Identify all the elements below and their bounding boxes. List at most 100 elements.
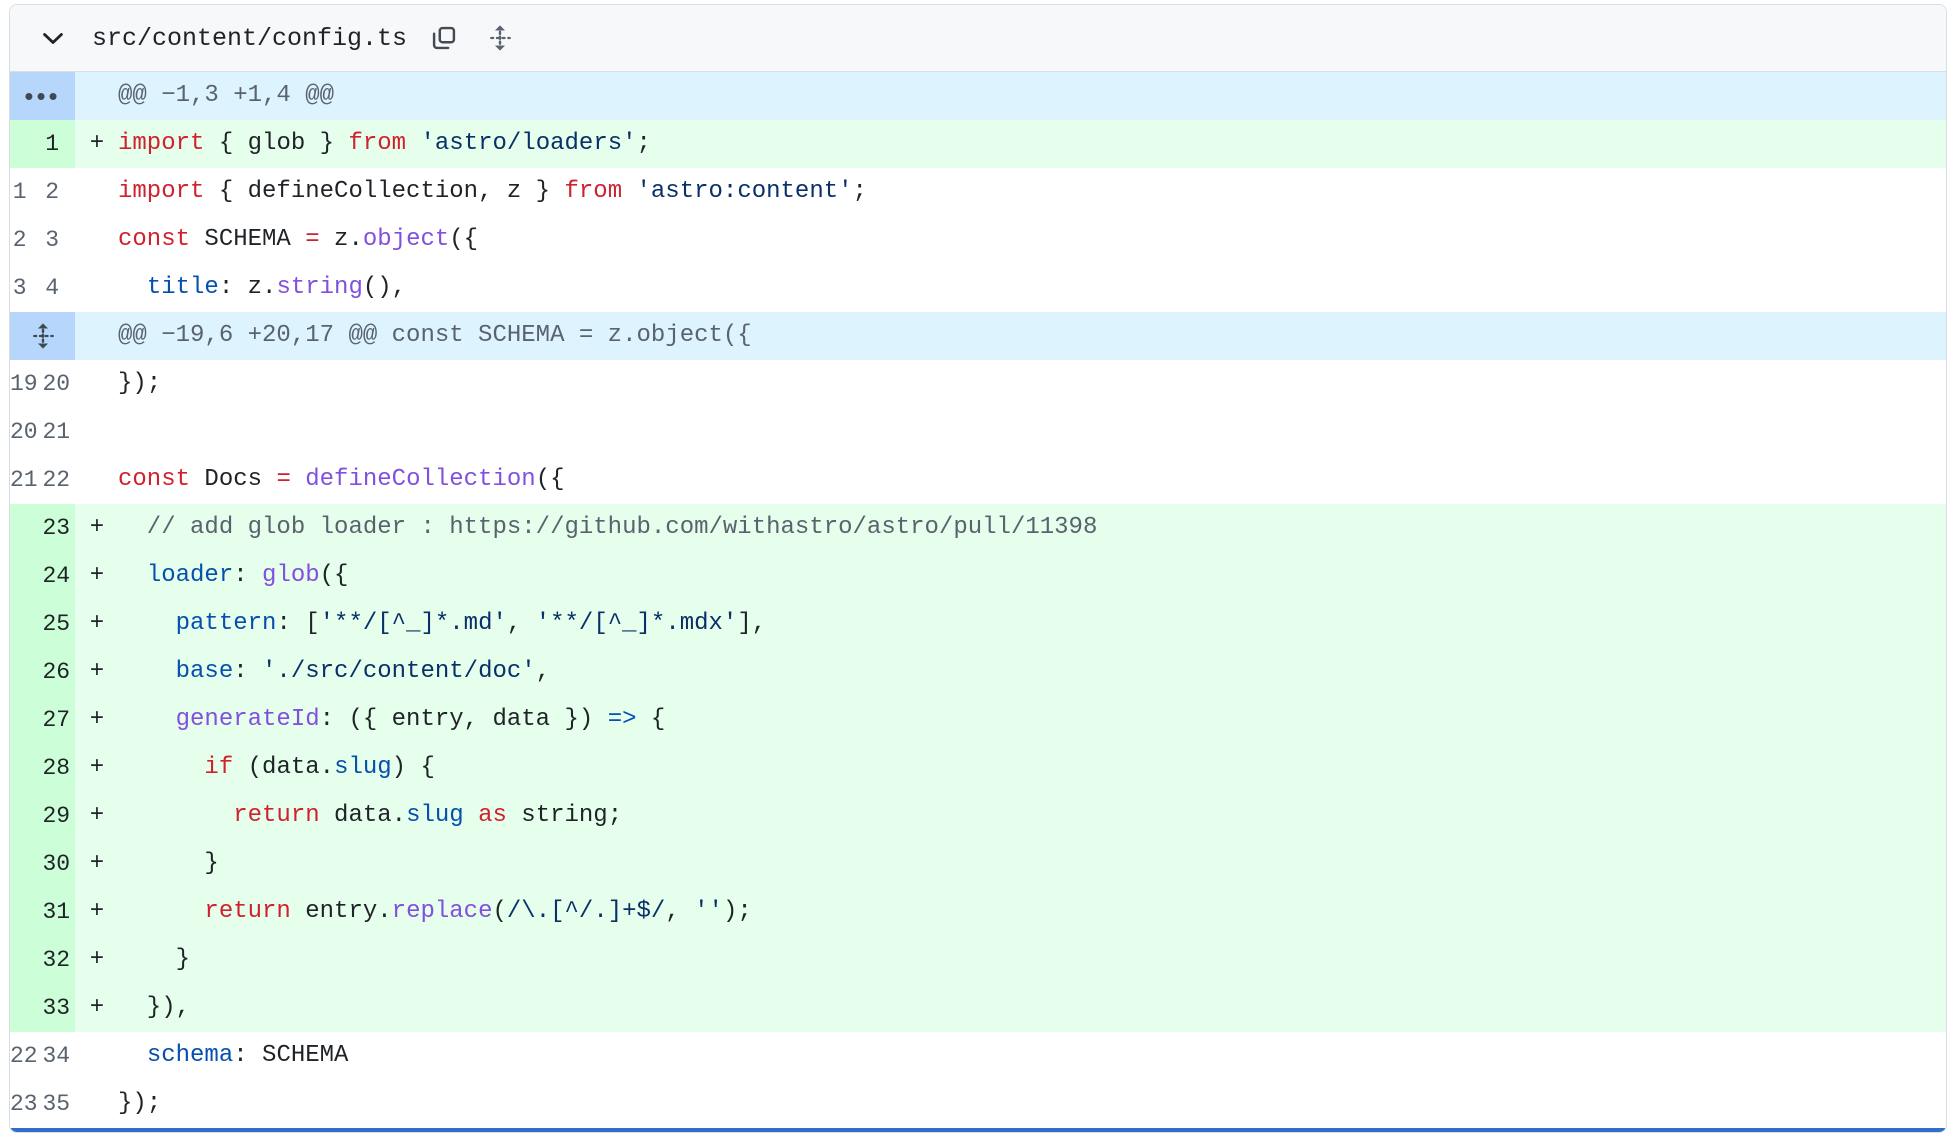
old-line-number[interactable]: 2	[10, 216, 43, 264]
old-line-number[interactable]: 19	[10, 360, 43, 408]
code-line[interactable]: return data.slug as string;	[115, 792, 1946, 840]
new-line-number[interactable]: 26	[42, 648, 75, 696]
diff-marker: +	[75, 936, 115, 984]
new-line-number[interactable]: 2	[42, 168, 75, 216]
code-token: slug	[334, 754, 392, 781]
code-token: glob	[262, 562, 320, 589]
diff-line-row: 19 20});	[10, 360, 1946, 408]
new-line-number[interactable]: 31	[42, 888, 75, 936]
code-token: : SCHEMA	[233, 1042, 349, 1069]
old-line-number[interactable]: 22	[10, 1032, 43, 1080]
code-token: { defineCollection, z }	[204, 178, 565, 205]
code-token: return	[204, 898, 291, 925]
new-line-number[interactable]: 29	[42, 792, 75, 840]
code-token: const	[118, 466, 191, 493]
diff-file-container: src/content/config.ts ••• @@ −1,3 +1,4 @@…	[9, 4, 1947, 1133]
code-token: string;	[506, 802, 623, 829]
diff-line-row: 24 + loader: glob({	[10, 552, 1946, 600]
diff-marker	[75, 312, 115, 360]
code-line[interactable]: const SCHEMA = z.object({	[115, 216, 1946, 264]
old-line-number[interactable]: 3	[10, 264, 43, 312]
code-line[interactable]: });	[115, 1080, 1946, 1128]
code-token: (	[492, 898, 507, 925]
old-line-number[interactable]	[10, 936, 43, 984]
code-token: slug	[406, 802, 464, 829]
code-line[interactable]: return entry.replace(/\.[^/.]+$/, '');	[115, 888, 1946, 936]
copy-path-icon[interactable]	[427, 21, 461, 55]
code-token: if	[204, 754, 234, 781]
old-line-number[interactable]	[10, 984, 43, 1032]
new-line-number[interactable]: 27	[42, 696, 75, 744]
diff-rows: ••• @@ −1,3 +1,4 @@ 1 + import { glob } from…	[10, 72, 1946, 1128]
code-line[interactable]: import { glob } from 'astro/loaders';	[115, 120, 1946, 168]
code-token: ({	[449, 226, 479, 253]
diff-marker	[75, 1080, 115, 1128]
code-line[interactable]: if (data.slug) {	[115, 744, 1946, 792]
code-line[interactable]: generateId: ({ entry, data }) => {	[115, 696, 1946, 744]
old-line-number[interactable]	[10, 840, 43, 888]
diff-line-row: 30 + }	[10, 840, 1946, 888]
old-line-number[interactable]: 23	[10, 1080, 43, 1128]
diff-line-row: 1 + import { glob } from 'astro/loaders';	[10, 120, 1946, 168]
code-line[interactable]: });	[115, 360, 1946, 408]
ellipsis-icon: •••	[24, 81, 61, 111]
new-line-number[interactable]: 33	[42, 984, 75, 1032]
diff-marker: +	[75, 696, 115, 744]
code-line[interactable]: loader: glob({	[115, 552, 1946, 600]
new-line-number[interactable]: 30	[42, 840, 75, 888]
code-line[interactable]	[115, 408, 1946, 456]
expand-up-down-icon[interactable]	[483, 21, 517, 55]
code-line[interactable]: }),	[115, 984, 1946, 1032]
old-line-number[interactable]	[10, 696, 43, 744]
new-line-number[interactable]: 3	[42, 216, 75, 264]
code-line[interactable]: const Docs = defineCollection({	[115, 456, 1946, 504]
new-line-number[interactable]: 35	[42, 1080, 75, 1128]
code-token: '**/[^_]*.mdx'	[535, 610, 738, 637]
new-line-number[interactable]: 25	[42, 600, 75, 648]
hunk-expand-gutter[interactable]	[10, 312, 75, 360]
old-line-number[interactable]	[10, 744, 43, 792]
code-line[interactable]: // add glob loader : https://github.com/…	[115, 504, 1946, 552]
diff-line-row: 23 35});	[10, 1080, 1946, 1128]
old-line-number[interactable]	[10, 504, 43, 552]
new-line-number[interactable]: 24	[42, 552, 75, 600]
old-line-number[interactable]	[10, 888, 43, 936]
old-line-number[interactable]	[10, 120, 43, 168]
code-token: );	[722, 898, 752, 925]
old-line-number[interactable]: 21	[10, 456, 43, 504]
code-line[interactable]: @@ −19,6 +20,17 @@ const SCHEMA = z.obje…	[115, 312, 1946, 360]
hunk-expand-gutter[interactable]: •••	[10, 72, 75, 120]
old-line-number[interactable]: 20	[10, 408, 43, 456]
diff-marker: +	[75, 792, 115, 840]
new-line-number[interactable]: 4	[42, 264, 75, 312]
old-line-number[interactable]	[10, 600, 43, 648]
chevron-down-icon[interactable]	[36, 21, 70, 55]
code-line[interactable]: title: z.string(),	[115, 264, 1946, 312]
new-line-number[interactable]: 21	[42, 408, 75, 456]
code-token: {	[204, 130, 248, 157]
new-line-number[interactable]: 20	[42, 360, 75, 408]
old-line-number[interactable]	[10, 552, 43, 600]
code-line[interactable]: schema: SCHEMA	[115, 1032, 1946, 1080]
old-line-number[interactable]	[10, 792, 43, 840]
new-line-number[interactable]: 23	[42, 504, 75, 552]
new-line-number[interactable]: 32	[42, 936, 75, 984]
code-line[interactable]: @@ −1,3 +1,4 @@	[115, 72, 1946, 120]
code-token: const	[118, 226, 191, 253]
old-line-number[interactable]	[10, 648, 43, 696]
new-line-number[interactable]: 1	[42, 120, 75, 168]
code-line[interactable]: }	[115, 840, 1946, 888]
code-line[interactable]: base: './src/content/doc',	[115, 648, 1946, 696]
old-line-number[interactable]: 1	[10, 168, 43, 216]
new-line-number[interactable]: 28	[42, 744, 75, 792]
code-line[interactable]: }	[115, 936, 1946, 984]
new-line-number[interactable]: 34	[42, 1032, 75, 1080]
code-line[interactable]: pattern: ['**/[^_]*.md', '**/[^_]*.mdx']…	[115, 600, 1946, 648]
code-token: }),	[118, 994, 191, 1021]
new-line-number[interactable]: 22	[42, 456, 75, 504]
code-line[interactable]: import { defineCollection, z } from 'ast…	[115, 168, 1946, 216]
code-token: import	[118, 178, 205, 205]
file-path-label: src/content/config.ts	[92, 23, 408, 53]
